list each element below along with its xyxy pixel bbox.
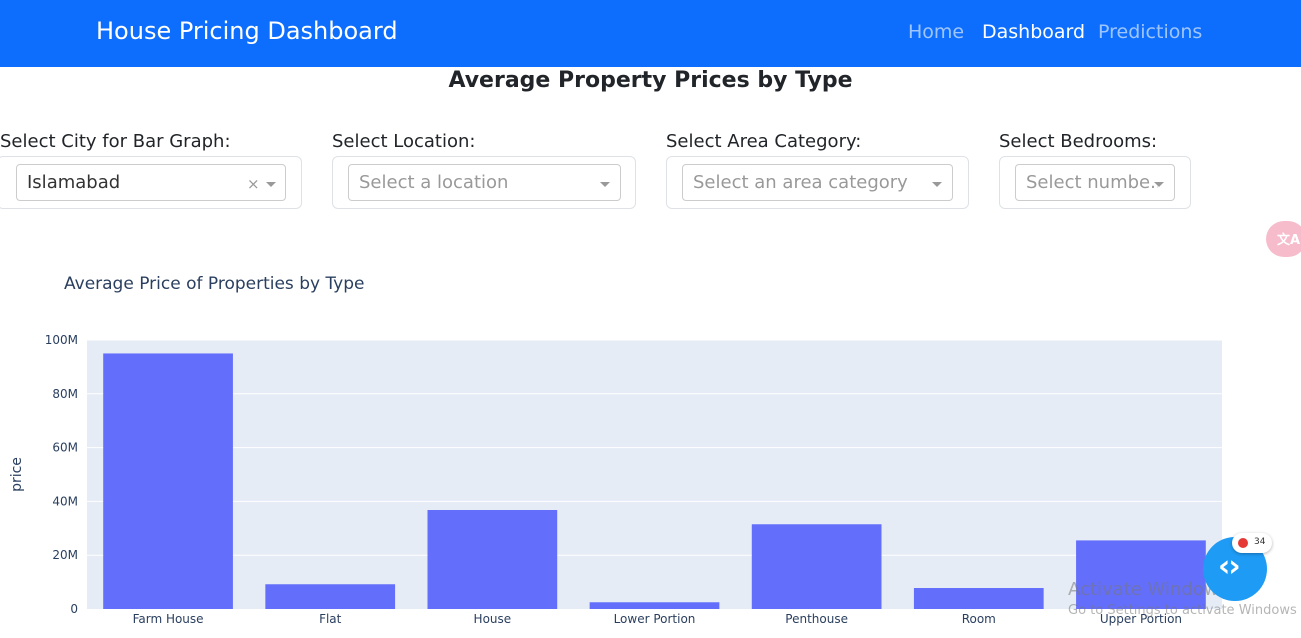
x-tick-label: Lower Portion — [614, 612, 696, 626]
y-tick-label: 100M — [45, 333, 78, 347]
area-category-select[interactable]: Select an area category — [682, 164, 953, 201]
nav-home-link[interactable]: Home — [908, 21, 964, 43]
chevron-down-icon[interactable] — [1154, 182, 1164, 187]
x-tick-label: Penthouse — [785, 612, 848, 626]
location-select-placeholder: Select a location — [359, 172, 509, 193]
chart-title: Average Price of Properties by Type — [64, 274, 365, 294]
bedrooms-select-placeholder: Select numbe... — [1026, 172, 1158, 193]
location-filter-card: Select a location — [332, 156, 636, 209]
page-title: Average Property Prices by Type — [448, 68, 853, 93]
x-tick-label: Farm House — [133, 612, 204, 626]
activate-windows-watermark: Activate Windows — [1068, 579, 1228, 600]
bar — [913, 588, 1044, 609]
area-category-filter-card: Select an area category — [666, 156, 969, 209]
nav-predictions-link[interactable]: Predictions — [1098, 21, 1202, 43]
activate-windows-hint: Go to Settings to activate Windows — [1068, 603, 1297, 618]
translate-icon: 文A — [1277, 233, 1301, 248]
badge-count: 34 — [1254, 537, 1266, 547]
city-select[interactable]: Islamabad × — [16, 164, 286, 201]
area-category-select-placeholder: Select an area category — [693, 172, 908, 193]
y-tick-label: 20M — [52, 548, 78, 562]
location-select[interactable]: Select a location — [348, 164, 621, 201]
x-tick-label: Flat — [319, 612, 342, 626]
city-filter-card: Islamabad × — [0, 156, 302, 209]
location-filter-label: Select Location: — [332, 131, 476, 152]
clear-icon[interactable]: × — [247, 175, 260, 193]
y-tick-label: 80M — [52, 387, 78, 401]
y-tick-label: 0 — [70, 602, 78, 616]
plot-area — [87, 340, 1222, 609]
notification-badge[interactable]: 34 — [1232, 533, 1272, 553]
y-tick-label: 60M — [52, 441, 78, 455]
y-tick-label: 40M — [52, 494, 78, 508]
translate-button[interactable]: 文A — [1266, 221, 1301, 257]
chevron-down-icon[interactable] — [600, 182, 610, 187]
nav-dashboard-link[interactable]: Dashboard — [982, 21, 1085, 43]
y-axis-label: price — [9, 457, 25, 492]
brand-title[interactable]: House Pricing Dashboard — [96, 17, 398, 45]
area-category-filter-label: Select Area Category: — [666, 131, 862, 152]
bedrooms-select[interactable]: Select numbe... — [1015, 164, 1175, 201]
city-select-value: Islamabad — [27, 172, 121, 193]
bar — [427, 510, 558, 609]
x-tick-label: Room — [962, 612, 996, 626]
bar — [265, 584, 396, 609]
bar — [103, 353, 233, 609]
bedrooms-filter-label: Select Bedrooms: — [999, 131, 1158, 152]
x-tick-label: House — [474, 612, 512, 626]
bar — [751, 524, 882, 609]
chevron-down-icon[interactable] — [932, 182, 942, 187]
bar — [589, 602, 720, 609]
top-navbar: House Pricing Dashboard Home Dashboard P… — [0, 0, 1301, 67]
chevron-down-icon[interactable] — [266, 182, 276, 187]
record-dot-icon — [1238, 538, 1248, 548]
code-arrows-icon: ‹› — [1218, 549, 1241, 584]
bedrooms-filter-card: Select numbe... — [999, 156, 1191, 209]
city-filter-label: Select City for Bar Graph: — [0, 131, 231, 152]
